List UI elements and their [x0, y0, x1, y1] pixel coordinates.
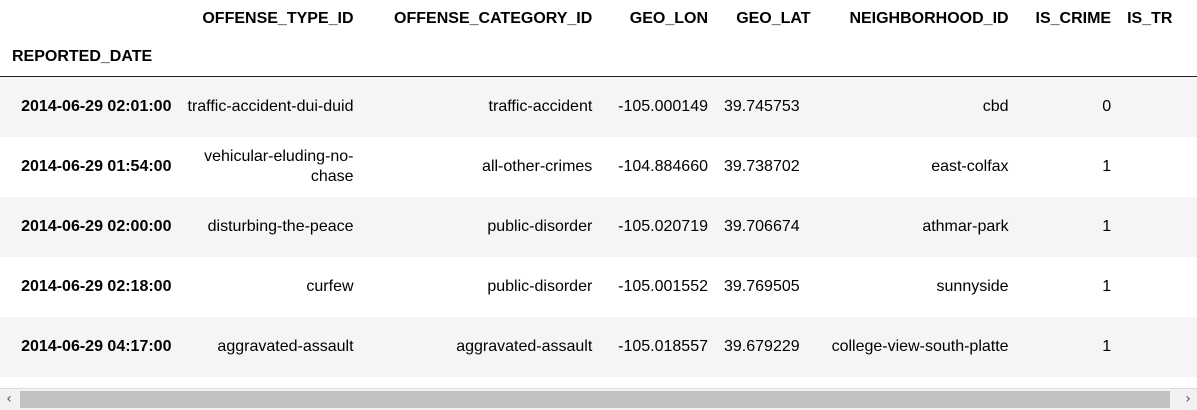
table-cell: 39.706674 — [724, 217, 800, 235]
table-cell: 39.769505 — [724, 277, 800, 295]
scrollbar-thumb[interactable] — [20, 391, 1170, 408]
table-cell: 0 — [1102, 97, 1112, 115]
index-name-row: REPORTED_DATE — [0, 38, 1197, 77]
index-name-header: REPORTED_DATE — [12, 48, 153, 65]
table-row: 2014-06-29 01:54:00 vehicular-eluding-no… — [0, 136, 1197, 197]
column-header: OFFENSE_TYPE_ID — [202, 10, 354, 27]
table-cell: cbd — [982, 97, 1009, 115]
table-cell: sunnyside — [936, 277, 1009, 295]
table-cell: public-disorder — [487, 217, 593, 235]
table-row: 2014-06-29 02:00:00 disturbing-the-peace… — [0, 196, 1197, 257]
table-cell: 1 — [1102, 157, 1112, 175]
dataframe-viewport: OFFENSE_TYPE_ID OFFENSE_CATEGORY_ID GEO_… — [0, 0, 1197, 388]
table-cell: -105.000149 — [618, 97, 708, 115]
table-cell: 1 — [1102, 337, 1112, 355]
header-blank-cell — [0, 0, 179, 38]
table-cell: athmar-park — [922, 217, 1009, 235]
table-cell: college-view-south-platte — [831, 337, 1009, 355]
column-header: OFFENSE_CATEGORY_ID — [394, 10, 593, 27]
table-cell: -105.018557 — [618, 337, 708, 355]
table-cell: -104.884660 — [618, 157, 708, 175]
table-cell — [1119, 77, 1197, 137]
table-cell: aggravated-assault — [456, 337, 593, 355]
table-cell — [1119, 137, 1197, 197]
scroll-right-arrow-icon[interactable]: › — [1179, 389, 1197, 410]
row-index: 2014-06-29 02:18:00 — [21, 277, 172, 295]
table-row: 2014-06-29 04:17:00 aggravated-assault a… — [0, 316, 1197, 377]
table-cell: aggravated-assault — [217, 337, 354, 355]
table-cell: vehicular-eluding-no-chase — [204, 147, 354, 185]
horizontal-scrollbar[interactable]: ‹ › — [0, 388, 1197, 410]
table-cell: curfew — [306, 277, 354, 295]
table-cell: -105.001552 — [618, 277, 708, 295]
column-header: GEO_LON — [629, 10, 708, 27]
table-cell: 39.745753 — [724, 97, 800, 115]
scroll-left-arrow-icon[interactable]: ‹ — [0, 389, 18, 410]
column-header: IS_TR — [1127, 10, 1173, 27]
column-header-row: OFFENSE_TYPE_ID OFFENSE_CATEGORY_ID GEO_… — [0, 0, 1197, 38]
table-row: 2014-06-29 02:01:00 traffic-accident-dui… — [0, 76, 1197, 137]
row-index: 2014-06-29 04:17:00 — [21, 337, 172, 355]
table-cell: 1 — [1102, 217, 1112, 235]
table-cell — [1119, 257, 1197, 317]
table-cell: -105.020719 — [618, 217, 708, 235]
table-cell — [1119, 197, 1197, 257]
column-header: IS_CRIME — [1035, 10, 1112, 27]
table-cell: traffic-accident — [488, 97, 593, 115]
table-cell: traffic-accident-dui-duid — [187, 97, 354, 115]
column-header: GEO_LAT — [736, 10, 811, 27]
table-row: 2014-06-29 02:18:00 curfew public-disord… — [0, 256, 1197, 317]
table-cell: all-other-crimes — [482, 157, 593, 175]
row-index: 2014-06-29 02:01:00 — [21, 97, 172, 115]
column-header: NEIGHBORHOOD_ID — [849, 10, 1009, 27]
table-cell — [1119, 317, 1197, 377]
table-cell: east-colfax — [931, 157, 1009, 175]
row-index: 2014-06-29 01:54:00 — [21, 157, 172, 175]
table-cell: 1 — [1102, 277, 1112, 295]
row-index: 2014-06-29 02:00:00 — [21, 217, 172, 235]
table-cell: public-disorder — [487, 277, 593, 295]
table-cell: disturbing-the-peace — [207, 217, 354, 235]
table-cell: 39.679229 — [724, 337, 800, 355]
dataframe-table: OFFENSE_TYPE_ID OFFENSE_CATEGORY_ID GEO_… — [0, 0, 1197, 377]
table-cell: 39.738702 — [724, 157, 800, 175]
